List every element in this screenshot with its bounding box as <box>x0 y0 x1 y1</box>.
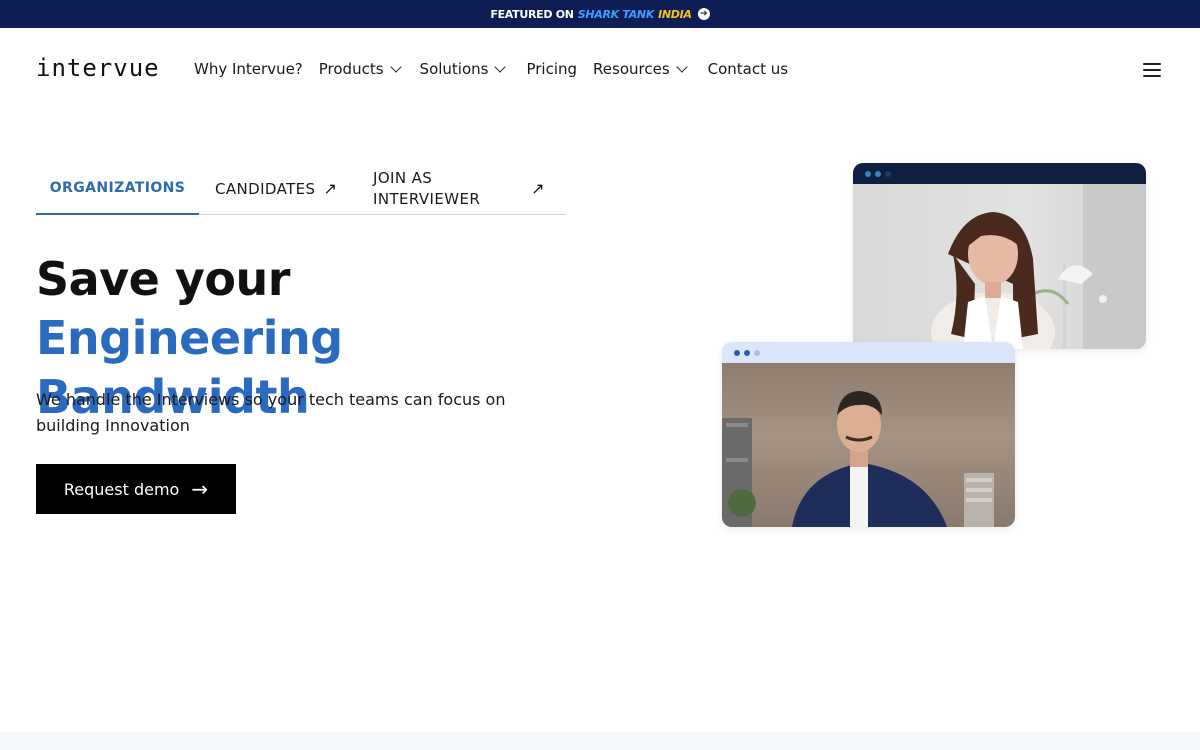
arrow-up-right-icon: ↗ <box>323 179 338 198</box>
nav-why-intervue[interactable]: Why Intervue? <box>194 60 303 78</box>
tab-join-as-interviewer[interactable]: JOIN AS INTERVIEWER ↗ <box>373 162 551 215</box>
main-navbar: intervue Why Intervue? Products Solution… <box>0 28 1200 112</box>
hamburger-line <box>1143 69 1161 71</box>
request-demo-label: Request demo <box>63 479 180 499</box>
tab-join-label: JOIN AS INTERVIEWER <box>373 168 481 208</box>
chevron-down-icon <box>675 60 688 73</box>
window-dot <box>754 349 760 356</box>
next-section-strip <box>0 732 1200 750</box>
arrow-up-right-icon: ↗ <box>531 179 545 198</box>
nav-resources-label: Resources <box>593 60 670 78</box>
chevron-down-icon <box>494 60 507 73</box>
video-feed-male <box>722 363 1015 527</box>
banner-shark-tank-text: SHARK TANK <box>577 7 655 21</box>
tab-candidates-label: CANDIDATES <box>215 179 316 198</box>
banner-india-text: INDIA <box>658 7 692 21</box>
hamburger-line <box>1143 75 1161 77</box>
nav-contact-us-label: Contact us <box>707 60 789 78</box>
man-video-illustration <box>722 391 994 527</box>
tab-candidates[interactable]: CANDIDATES ↗ <box>215 162 337 215</box>
featured-banner[interactable]: FEATURED ON SHARK TANK INDIA ➔ <box>0 0 1200 28</box>
nav-links: Why Intervue? Products Solutions Pricing… <box>194 60 788 78</box>
window-dot <box>885 170 891 177</box>
arrow-right-icon: → <box>191 477 209 501</box>
tab-organizations[interactable]: ORGANIZATIONS <box>36 162 199 215</box>
nav-products[interactable]: Products <box>318 60 402 78</box>
nav-solutions-label: Solutions <box>419 60 489 78</box>
tab-organizations-label: ORGANIZATIONS <box>49 179 186 196</box>
window-dot <box>734 349 740 356</box>
video-feed-female <box>853 184 1146 349</box>
nav-resources[interactable]: Resources <box>593 60 688 78</box>
intervue-logo[interactable]: intervue <box>36 54 160 82</box>
woman-video-illustration <box>931 184 1146 349</box>
window-titlebar <box>722 342 1015 363</box>
window-dot <box>865 170 871 177</box>
nav-pricing-label: Pricing <box>526 60 578 78</box>
request-demo-button[interactable]: Request demo → <box>36 464 236 514</box>
window-dot <box>744 349 750 356</box>
window-dot <box>875 170 881 177</box>
nav-why-intervue-label: Why Intervue? <box>194 60 303 78</box>
window-titlebar <box>853 163 1146 184</box>
banner-featured-text: FEATURED ON <box>490 7 574 21</box>
nav-contact-us[interactable]: Contact us <box>708 60 788 78</box>
audience-tabs: ORGANIZATIONS CANDIDATES ↗ JOIN AS INTER… <box>36 162 566 215</box>
hero-subtitle: We handle the Interviews so your tech te… <box>36 390 506 435</box>
hamburger-line <box>1143 63 1161 65</box>
banner-arrow-icon[interactable]: ➔ <box>697 8 710 20</box>
chevron-down-icon <box>389 60 402 73</box>
hero-title-plain: Save your <box>36 252 290 306</box>
hamburger-menu-icon[interactable] <box>1143 63 1161 77</box>
nav-products-label: Products <box>318 60 384 78</box>
video-call-card-male <box>722 342 1015 527</box>
nav-pricing[interactable]: Pricing <box>526 60 577 78</box>
video-call-card-female <box>853 163 1146 349</box>
nav-solutions[interactable]: Solutions <box>419 60 507 78</box>
